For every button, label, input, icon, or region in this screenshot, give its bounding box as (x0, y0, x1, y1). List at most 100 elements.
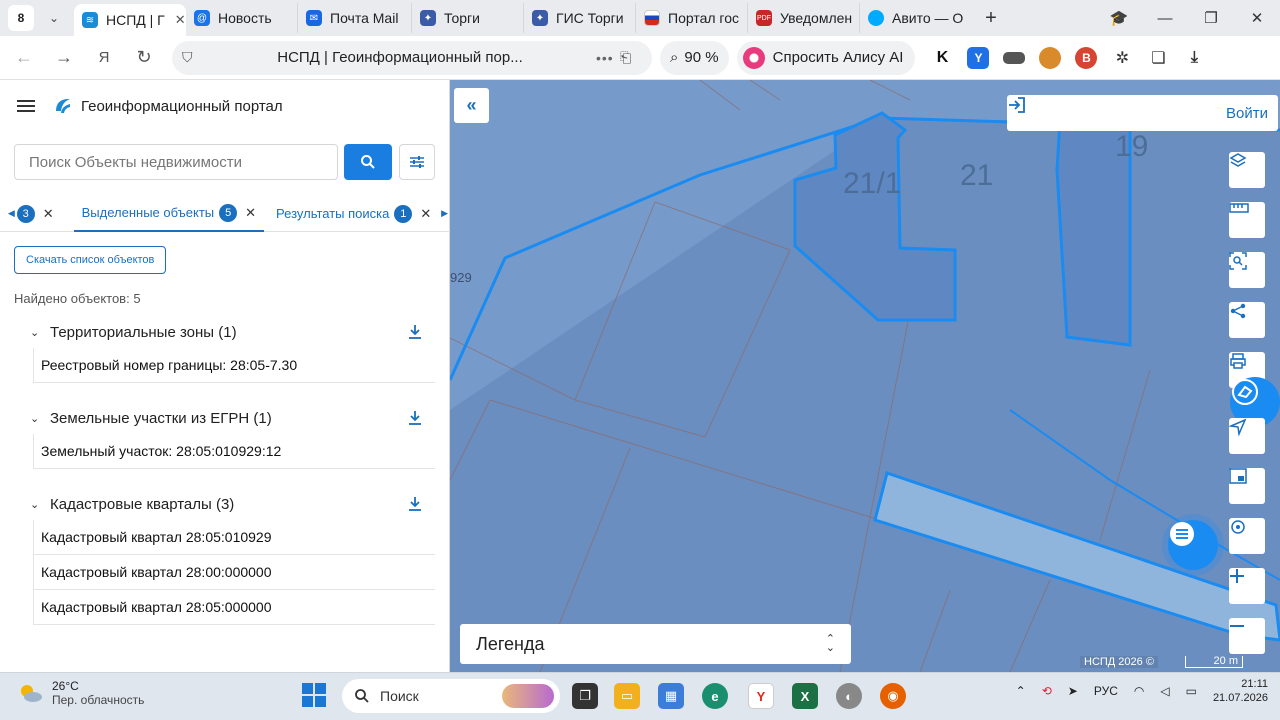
downloads-icon[interactable]: ⤓ (1183, 47, 1205, 69)
prev-tab-badge[interactable]: 3 (16, 204, 35, 223)
browser-tab-gosuslugi[interactable]: Портал гос (636, 3, 748, 33)
windows-start-icon[interactable] (302, 683, 326, 707)
collapse-panel-button[interactable]: « (454, 88, 489, 123)
tab-search-results[interactable]: Результаты поиска 1 ✕ (268, 196, 439, 232)
chat-fab[interactable] (1168, 520, 1218, 570)
map-canvas[interactable]: 21/1 21 19 929 (450, 80, 1280, 672)
yandex-browser-icon[interactable]: Y (748, 683, 774, 709)
download-list-button[interactable]: Скачать список объектов (14, 246, 167, 274)
browser-tab-gis-torgi[interactable]: ✦ ГИС Торги (524, 3, 636, 33)
weather-widget[interactable]: 26°C Пер. облачность (16, 679, 144, 707)
sync-icon[interactable]: ⟲ (1042, 684, 1052, 698)
reload-icon[interactable]: ↻ (124, 47, 164, 68)
edge-browser-icon[interactable]: e (702, 683, 728, 709)
new-tab-plus-icon[interactable]: + (978, 5, 1004, 31)
close-tab-icon[interactable]: ✕ (420, 206, 431, 222)
store-icon[interactable]: ▦ (658, 683, 684, 709)
group-header[interactable]: ⌄ Территориальные зоны (1) (0, 316, 450, 348)
close-tab-icon[interactable]: ✕ (175, 12, 186, 28)
browser-tab-news[interactable]: @ Новость (186, 3, 298, 33)
list-item[interactable]: Кадастровый квартал 28:05:000000 (33, 590, 435, 625)
restore-icon[interactable]: ❐ (1188, 9, 1234, 27)
browser-tab-mail[interactable]: ✉ Почта Mail (298, 3, 412, 33)
location-arrow-icon[interactable]: ➤ (1068, 684, 1078, 698)
list-item[interactable]: Кадастровый квартал 28:05:010929 (33, 520, 435, 555)
close-tab-icon[interactable]: ✕ (245, 205, 256, 221)
locate-button[interactable] (1229, 518, 1265, 554)
list-item[interactable]: Кадастровый квартал 28:00:000000 (33, 555, 435, 590)
graduation-cap-icon[interactable]: 🎓 (1096, 9, 1142, 27)
puzzle-extensions-icon[interactable]: ✲ (1111, 47, 1133, 69)
close-prev-tab-icon[interactable]: ✕ (43, 206, 54, 222)
browser-tab-nspd[interactable]: ≋ НСПД | Г ✕ (74, 4, 186, 36)
avatar-extension-icon[interactable] (1039, 46, 1062, 69)
tray-chevron-up-icon[interactable]: ⌃ (1016, 684, 1026, 698)
tab-list-chevron-icon[interactable]: ⌄ (40, 5, 68, 31)
app-pro-icon[interactable]: ◐ (836, 683, 862, 709)
b-extension-icon[interactable]: B (1075, 46, 1098, 69)
shield-extension-icon[interactable]: Y (967, 46, 990, 69)
browser-tab-torgi[interactable]: ✦ Торги (412, 3, 524, 33)
search-input[interactable] (14, 144, 338, 180)
forward-arrow-icon[interactable]: → (44, 47, 84, 68)
volume-icon[interactable]: ◁ (1160, 684, 1169, 698)
group-title: Кадастровые кварталы (3) (50, 495, 235, 513)
tabs-prev-arrow-icon[interactable]: ◀ (6, 208, 17, 219)
taskbar-search[interactable]: Поиск (342, 679, 560, 713)
battery-icon[interactable]: ▭ (1186, 684, 1197, 698)
file-explorer-icon[interactable]: ▭ (614, 683, 640, 709)
tab-label: Авито — О (892, 10, 964, 26)
browser-tab-avito[interactable]: Авито — О (860, 3, 972, 33)
group-header[interactable]: ⌄ Земельные участки из ЕГРН (1) (0, 402, 450, 434)
portal-logo-icon (53, 96, 73, 116)
area-select-button[interactable] (1229, 252, 1265, 288)
more-dots-icon[interactable]: ••• (596, 50, 620, 66)
download-icon[interactable] (408, 324, 422, 340)
layers-button[interactable] (1229, 152, 1265, 188)
download-icon[interactable] (408, 496, 422, 512)
tab-label: Результаты поиска (276, 206, 390, 221)
pdf-icon: PDF (756, 10, 772, 26)
search-button[interactable] (344, 144, 392, 180)
zoom-out-button[interactable] (1229, 618, 1265, 654)
yandex-logo-icon[interactable]: Я (84, 49, 124, 66)
at-sign-icon: @ (194, 10, 210, 26)
back-arrow-icon[interactable]: ← (4, 47, 44, 68)
zoom-indicator[interactable]: ⌕ 90 % (660, 40, 729, 75)
alice-ai-button[interactable]: Спросить Алису AI (736, 40, 916, 75)
shield-icon[interactable]: ⛉ (182, 49, 204, 66)
minimap-button[interactable] (1229, 468, 1265, 504)
address-bar[interactable]: ⛉ НСПД | Геоинформационный пор... ••• ⎗ (172, 40, 652, 75)
ruler-button[interactable] (1229, 202, 1265, 238)
menu-icon[interactable] (17, 97, 35, 115)
tabs-next-arrow-icon[interactable]: ▶ (439, 208, 450, 219)
filter-button[interactable] (399, 144, 435, 180)
legend-selector[interactable]: Легенда ⌃ ⌄ (460, 624, 851, 664)
browser-tab-notice[interactable]: PDF Уведомлен (748, 3, 860, 33)
kinopoisk-extension-icon[interactable]: K (931, 47, 953, 69)
wifi-icon[interactable]: ◠ (1134, 684, 1144, 698)
list-item[interactable]: Земельный участок: 28:05:010929:12 (33, 434, 435, 469)
minimize-icon[interactable]: — (1142, 10, 1188, 27)
list-item[interactable]: Реестровый номер границы: 28:05-7.30 (33, 348, 435, 383)
tab-badge: 5 (219, 203, 238, 222)
box-extension-icon[interactable] (1003, 51, 1026, 64)
download-icon[interactable] (408, 410, 422, 426)
navigate-button[interactable] (1229, 418, 1265, 454)
firefox-icon[interactable]: ◉ (880, 683, 906, 709)
tab-count-badge[interactable]: 8 (8, 5, 34, 31)
zoom-in-button[interactable] (1229, 568, 1265, 604)
tab-selected-objects[interactable]: Выделенные объекты 5 ✕ (73, 196, 265, 232)
page-title-in-url[interactable]: НСПД | Геоинформационный пор... (204, 49, 596, 66)
share-button[interactable] (1229, 302, 1265, 338)
bookmark-icon[interactable]: ⎗ (620, 49, 642, 66)
map-view[interactable]: 21/1 21 19 929 « Войти Легенда ⌃ ⌄ НСПД … (450, 80, 1280, 672)
clock[interactable]: 21:11 21.07.2026 (1213, 677, 1268, 705)
collections-icon[interactable]: ❏ (1147, 47, 1169, 69)
login-button[interactable]: Войти (1007, 95, 1278, 131)
excel-icon[interactable]: X (792, 683, 818, 709)
close-window-icon[interactable]: ✕ (1234, 9, 1280, 27)
input-language[interactable]: РУС (1094, 684, 1118, 698)
task-view-icon[interactable]: ❐ (572, 683, 598, 709)
group-header[interactable]: ⌄ Кадастровые кварталы (3) (0, 488, 450, 520)
